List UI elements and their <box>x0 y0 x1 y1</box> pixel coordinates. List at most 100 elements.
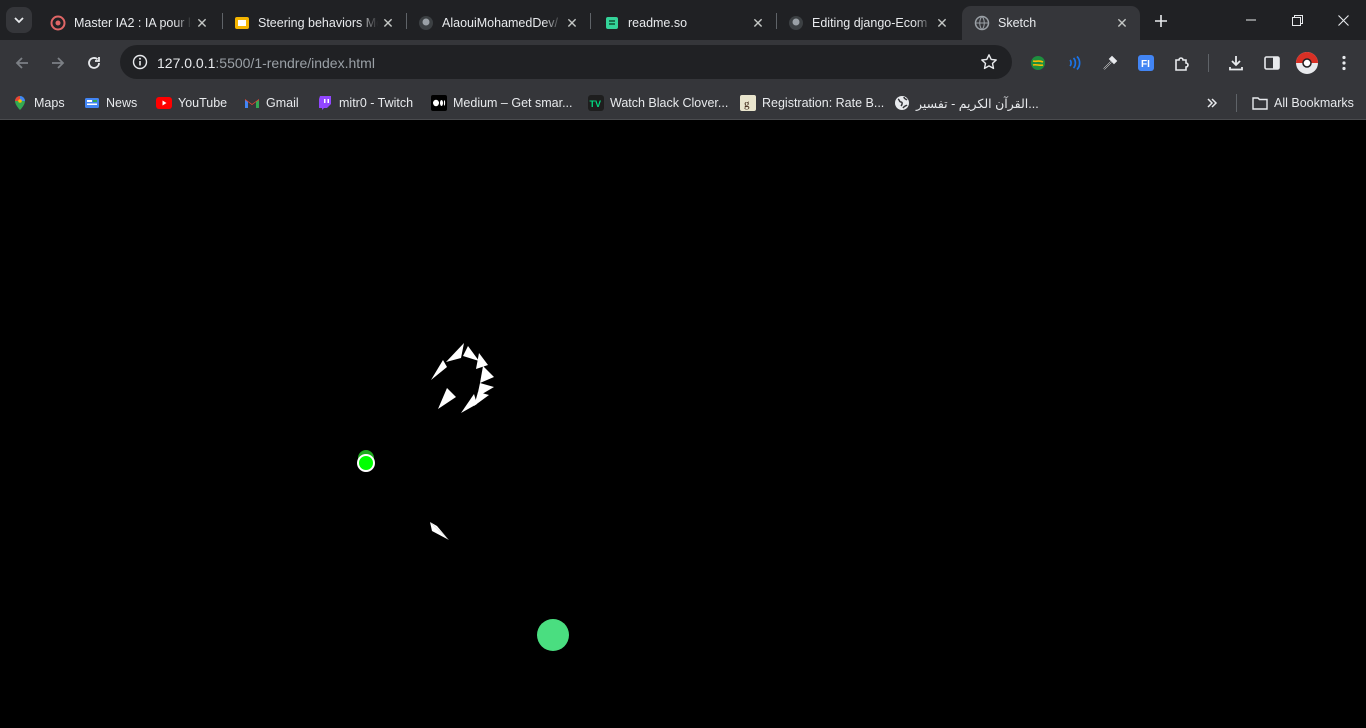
url-path: :5500/1-rendre/index.html <box>215 55 375 71</box>
folder-icon <box>1252 95 1268 111</box>
close-window-button[interactable] <box>1320 0 1366 40</box>
all-bookmarks-button[interactable]: All Bookmarks <box>1252 92 1354 114</box>
address-bar[interactable]: 127.0.0.1:5500/1-rendre/index.html <box>120 45 1012 79</box>
agent-triangle <box>463 346 479 361</box>
news-icon <box>84 95 100 111</box>
gmail-icon <box>244 95 260 111</box>
url-host: 127.0.0.1 <box>157 55 216 71</box>
target-marker <box>357 454 375 472</box>
readme-icon <box>604 15 620 31</box>
close-icon <box>1337 14 1349 26</box>
bookmark-black-clover[interactable]: TV Watch Black Clover... <box>588 92 728 114</box>
youtube-icon <box>156 95 172 111</box>
url-text[interactable]: 127.0.0.1:5500/1-rendre/index.html <box>157 55 375 71</box>
tab-readme-so[interactable]: readme.so ✕ <box>592 6 776 40</box>
globe-icon <box>894 95 910 111</box>
tab-title: Master IA2 : IA pour le <box>74 16 192 30</box>
close-icon[interactable]: ✕ <box>378 13 398 33</box>
bookmark-label: Registration: Rate B... <box>762 96 885 110</box>
side-panel-icon[interactable] <box>1260 51 1284 75</box>
new-tab-button[interactable] <box>1148 8 1174 34</box>
kebab-menu-icon[interactable] <box>1332 51 1356 75</box>
tab-title: AlaouiMohamedDev/ <box>442 16 559 30</box>
bookmark-youtube[interactable]: YouTube <box>156 92 227 114</box>
tab-strip: Master IA2 : IA pour le ✕ Steering behav… <box>0 0 1366 40</box>
eyedropper-icon[interactable] <box>1098 51 1122 75</box>
tab-title: Sketch <box>998 16 1037 30</box>
agent-triangle <box>430 522 449 540</box>
bookmark-news[interactable]: News <box>84 92 137 114</box>
close-icon[interactable]: ✕ <box>932 13 952 33</box>
tab-search-button[interactable] <box>6 7 32 33</box>
reload-button[interactable] <box>78 47 110 79</box>
close-icon[interactable]: ✕ <box>748 13 768 33</box>
tab-steering-behaviors[interactable]: Steering behaviors Mo ✕ <box>222 6 406 40</box>
agent-triangle <box>431 360 447 380</box>
toolbar-divider <box>1208 54 1209 72</box>
bookmark-label: News <box>106 96 138 110</box>
download-icon[interactable] <box>1224 51 1248 75</box>
agent-triangle <box>438 388 456 409</box>
agent-triangle <box>474 392 489 406</box>
extension-fi-icon[interactable]: FI <box>1134 51 1158 75</box>
close-icon[interactable]: ✕ <box>562 13 582 33</box>
sketch-svg <box>357 343 569 651</box>
close-icon[interactable]: ✕ <box>192 13 212 33</box>
tab-master-ia2[interactable]: Master IA2 : IA pour le ✕ <box>38 6 220 40</box>
agent-triangle <box>476 353 488 369</box>
tab-github-alaoui[interactable]: AlaouiMohamedDev/ ✕ <box>406 6 590 40</box>
chevron-down-icon <box>14 17 24 24</box>
bookmark-label: Watch Black Clover... <box>610 96 729 110</box>
bookmark-maps[interactable]: Maps <box>12 92 65 114</box>
profile-avatar-icon[interactable] <box>1295 51 1319 75</box>
more-bookmarks-button[interactable] <box>1200 91 1224 115</box>
reload-icon <box>88 57 100 69</box>
bookmark-medium[interactable]: Medium – Get smar... <box>431 92 572 114</box>
tab-sketch[interactable]: Sketch ✕ <box>962 6 1140 40</box>
bookmark-gmail[interactable]: Gmail <box>244 92 299 114</box>
close-icon[interactable]: ✕ <box>1112 13 1132 33</box>
bookmark-label: Maps <box>34 96 65 110</box>
plus-icon <box>1155 15 1167 27</box>
bookmarks-divider <box>1236 94 1237 112</box>
maps-icon <box>12 95 28 111</box>
tv-icon: TV <box>588 95 604 111</box>
back-button[interactable] <box>6 47 38 79</box>
bookmark-label: Gmail <box>266 96 299 110</box>
bookmark-label: mitr0 - Twitch <box>339 96 414 110</box>
sketch-canvas[interactable] <box>0 121 1366 728</box>
bookmark-registration[interactable]: g Registration: Rate B... <box>740 92 884 114</box>
tab-editing-django[interactable]: Editing django-Ecom ✕ <box>776 6 960 40</box>
arrow-right-icon <box>52 57 65 69</box>
svg-text:TV: TV <box>590 99 602 109</box>
extension-audio-icon[interactable] <box>1062 51 1086 75</box>
github-icon <box>788 15 804 31</box>
forward-button[interactable] <box>42 47 74 79</box>
tab-title: Steering behaviors Mo <box>258 16 378 30</box>
bookmark-twitch[interactable]: mitr0 - Twitch <box>317 92 413 114</box>
bookmark-label: القرآن الكريم - تفسير... <box>916 96 1039 111</box>
bookmarks-bar: Maps News YouTube Gmail mitr0 - Twitch M… <box>0 86 1366 120</box>
tab-title: readme.so <box>628 16 688 30</box>
bookmark-star-icon[interactable] <box>978 51 1000 73</box>
chevron-double-right-icon <box>1207 98 1218 108</box>
minimize-icon <box>1246 19 1256 21</box>
minimize-button[interactable] <box>1228 0 1274 40</box>
github-icon <box>418 15 434 31</box>
bookmark-label: Medium – Get smar... <box>453 96 573 110</box>
medium-icon <box>431 95 447 111</box>
tab-divider <box>590 13 591 29</box>
bookmark-label: YouTube <box>178 96 228 110</box>
restore-button[interactable] <box>1274 0 1320 40</box>
twitch-icon <box>317 95 333 111</box>
arrow-left-icon <box>15 57 28 69</box>
agent-triangle <box>480 366 494 383</box>
scribd-icon <box>50 15 66 31</box>
bookmark-quran[interactable]: القرآن الكريم - تفسير... <box>894 92 1039 114</box>
agent-triangle <box>446 343 464 362</box>
all-bookmarks-label: All Bookmarks <box>1274 96 1354 110</box>
extension-globe-icon[interactable] <box>1026 51 1050 75</box>
site-info-icon[interactable] <box>128 50 152 74</box>
slides-icon <box>234 15 250 31</box>
extensions-puzzle-icon[interactable] <box>1170 51 1194 75</box>
